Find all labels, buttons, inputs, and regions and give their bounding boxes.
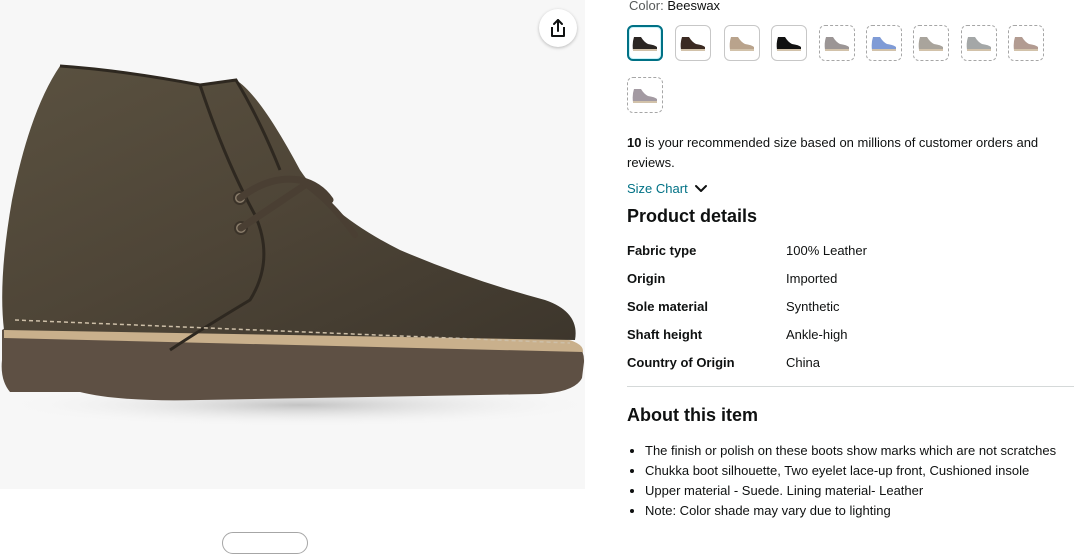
detail-key: Fabric type — [627, 243, 697, 258]
shoe-thumbnail-icon — [1013, 37, 1038, 51]
swatch-1[interactable] — [627, 25, 663, 61]
color-label: Color: — [629, 0, 664, 13]
detail-row: Country of Origin China — [627, 355, 1074, 375]
recommendation-text: is your recommended size based on millio… — [627, 135, 1039, 170]
bullet-item: Note: Color shade may vary due to lighti… — [645, 501, 1074, 521]
size-chart-link[interactable]: Size Chart — [627, 181, 708, 196]
shoe-thumbnail-icon — [729, 37, 754, 51]
size-recommendation: 10 is your recommended size based on mil… — [627, 133, 1067, 173]
share-button[interactable] — [539, 9, 577, 47]
swatch-3[interactable] — [724, 25, 760, 61]
shoe-thumbnail-icon — [871, 37, 896, 51]
bullet-item: Upper material - Suede. Lining material-… — [645, 481, 1074, 501]
color-selection-label: Color: Beeswax — [629, 0, 720, 13]
detail-key: Country of Origin — [627, 355, 735, 370]
detail-key: Sole material — [627, 299, 708, 314]
detail-key: Shaft height — [627, 327, 703, 342]
shoe-thumbnail-icon — [918, 37, 943, 51]
detail-value: 100% Leather — [786, 243, 867, 258]
detail-row: Origin Imported — [627, 271, 1074, 291]
detail-row: Sole material Synthetic — [627, 299, 1074, 319]
shoe-thumbnail-icon — [632, 37, 657, 51]
swatch-6[interactable] — [866, 25, 902, 61]
recommended-size: 10 — [627, 135, 642, 150]
detail-value: China — [786, 355, 820, 370]
product-image[interactable] — [0, 0, 585, 489]
about-bullets: The finish or polish on these boots show… — [627, 441, 1074, 521]
image-thumbnail-control[interactable] — [222, 532, 308, 554]
product-image-panel[interactable] — [0, 0, 585, 489]
chevron-down-icon — [694, 184, 707, 192]
detail-key: Origin — [627, 271, 666, 286]
swatch-8[interactable] — [961, 25, 997, 61]
bullet-item: Chukka boot silhouette, Two eyelet lace-… — [645, 461, 1074, 481]
swatch-9[interactable] — [1008, 25, 1044, 61]
color-value: Beeswax — [667, 0, 721, 13]
size-chart-label: Size Chart — [627, 181, 688, 196]
swatch-4[interactable] — [771, 25, 807, 61]
bullet-item: The finish or polish on these boots show… — [645, 441, 1074, 461]
share-icon — [551, 19, 565, 37]
shoe-thumbnail-icon — [824, 37, 849, 51]
about-heading: About this item — [627, 405, 758, 425]
detail-value: Ankle-high — [786, 327, 848, 342]
detail-row: Shaft height Ankle-high — [627, 327, 1074, 347]
product-details-heading: Product details — [627, 206, 758, 226]
swatch-2[interactable] — [675, 25, 711, 61]
shoe-thumbnail-icon — [966, 37, 991, 51]
shoe-thumbnail-icon — [680, 37, 705, 51]
shoe-thumbnail-icon — [632, 89, 657, 103]
shoe-thumbnail-icon — [776, 37, 801, 51]
swatch-10[interactable] — [627, 77, 663, 113]
swatch-7[interactable] — [913, 25, 949, 61]
swatch-5[interactable] — [819, 25, 855, 61]
detail-value: Imported — [786, 271, 838, 286]
detail-row: Fabric type 100% Leather — [627, 243, 1074, 263]
section-divider — [627, 386, 1074, 387]
detail-value: Synthetic — [786, 299, 840, 314]
